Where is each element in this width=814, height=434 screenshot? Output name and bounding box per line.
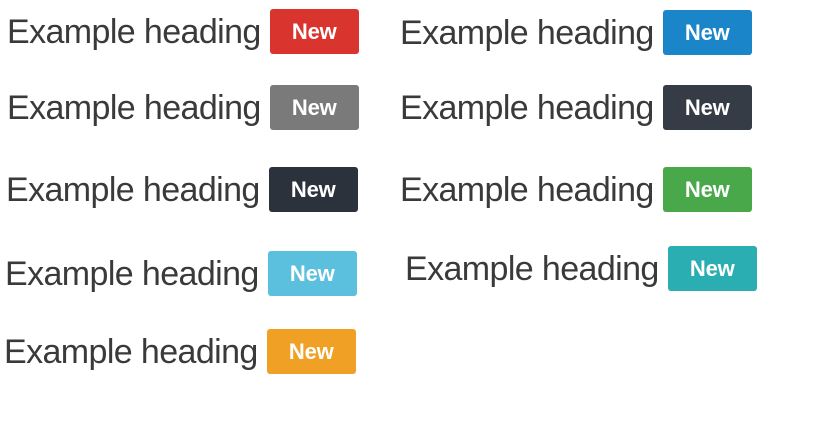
new-badge-green: New bbox=[662, 167, 752, 212]
example-heading-4: Example heading New bbox=[400, 85, 752, 130]
new-badge-light-blue: New bbox=[267, 251, 357, 296]
new-badge-teal: New bbox=[667, 246, 757, 291]
example-heading-2: Example heading New bbox=[400, 10, 752, 55]
heading-text: Example heading bbox=[400, 170, 654, 209]
new-badge-blue: New bbox=[662, 10, 752, 55]
heading-text: Example heading bbox=[7, 12, 261, 51]
heading-text: Example heading bbox=[4, 332, 258, 371]
example-heading-9: Example heading New bbox=[4, 329, 356, 374]
example-heading-7: Example heading New bbox=[5, 251, 357, 296]
new-badge-dark: New bbox=[662, 85, 752, 130]
new-badge-orange: New bbox=[266, 329, 356, 374]
example-heading-1: Example heading New bbox=[7, 9, 359, 54]
heading-text: Example heading bbox=[7, 88, 261, 127]
heading-text: Example heading bbox=[400, 88, 654, 127]
example-heading-5: Example heading New bbox=[6, 167, 358, 212]
heading-text: Example heading bbox=[6, 170, 260, 209]
heading-text: Example heading bbox=[5, 254, 259, 293]
example-heading-3: Example heading New bbox=[7, 85, 359, 130]
new-badge-red: New bbox=[269, 9, 359, 54]
example-heading-8: Example heading New bbox=[405, 246, 757, 291]
new-badge-black: New bbox=[268, 167, 358, 212]
new-badge-gray: New bbox=[269, 85, 359, 130]
heading-text: Example heading bbox=[405, 249, 659, 288]
example-heading-6: Example heading New bbox=[400, 167, 752, 212]
heading-text: Example heading bbox=[400, 13, 654, 52]
